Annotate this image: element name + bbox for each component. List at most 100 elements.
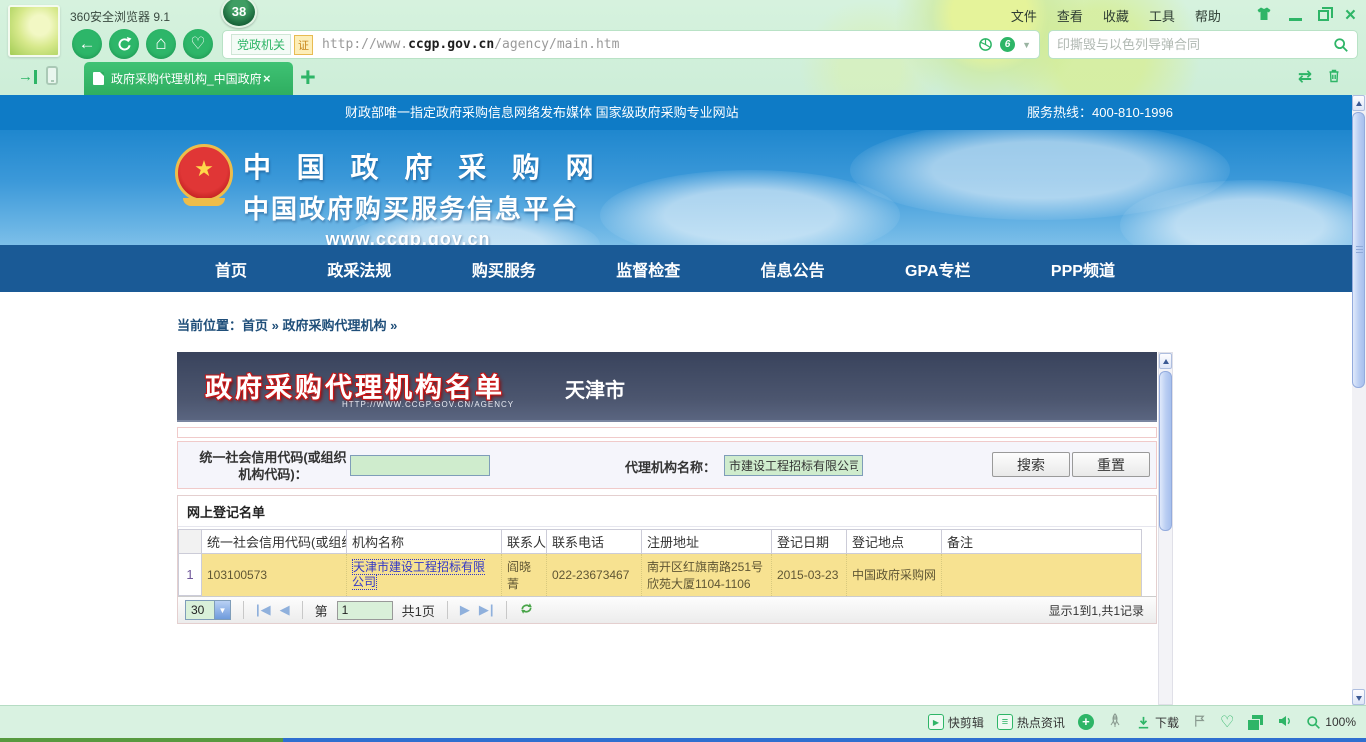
content-area: 政府采购代理机构名单 天津市 HTTP://WWW.CCGP.GOV.CN/AG… — [177, 352, 1157, 624]
col-contact: 联系人 — [502, 530, 547, 554]
record-summary: 显示1到1,共1记录 — [1049, 602, 1144, 619]
col-phone: 联系电话 — [547, 530, 642, 554]
news-icon: ≡ — [997, 714, 1013, 730]
rocket-icon[interactable] — [1107, 713, 1123, 732]
download-button[interactable]: 下载 — [1136, 714, 1179, 731]
home-button[interactable]: ⌂ — [146, 29, 176, 59]
address-bar[interactable]: 党政机关 证 http://www.ccgp.gov.cn/agency/mai… — [222, 30, 1040, 59]
menu-bar: 文件 查看 收藏 工具 帮助 × — [1011, 6, 1356, 25]
tab-active[interactable]: 政府采购代理机构_中国政府采 × — [84, 62, 293, 95]
nav-supervision[interactable]: 监督检查 — [616, 257, 680, 281]
certificate-badge[interactable]: 证 — [294, 35, 313, 55]
nav-announcements[interactable]: 信息公告 — [761, 257, 825, 281]
pages-icon[interactable] — [1247, 715, 1264, 730]
col-code: 统一社会信用代码(或组织 — [202, 530, 347, 554]
code-input[interactable] — [350, 455, 490, 476]
browser-logo[interactable] — [8, 5, 60, 57]
nav-ppp[interactable]: PPP频道 — [1051, 257, 1115, 281]
reset-button[interactable]: 重置 — [1072, 452, 1150, 477]
minimize-button[interactable] — [1289, 18, 1302, 21]
last-page-icon[interactable]: ▶ — [479, 602, 494, 618]
cell-code: 103100573 — [202, 554, 347, 596]
zoom-control[interactable]: 100% — [1306, 715, 1356, 730]
notification-badge[interactable]: 38 — [221, 0, 257, 28]
menu-view[interactable]: 查看 — [1057, 6, 1083, 25]
scroll-up-icon[interactable] — [1352, 95, 1365, 111]
main-nav: 首页 政采法规 购买服务 监督检查 信息公告 GPA专栏 PPP频道 — [0, 245, 1352, 292]
browser-search-box[interactable] — [1048, 30, 1358, 59]
restore-tabs-icon[interactable]: ⇄ — [1298, 67, 1312, 87]
trash-icon[interactable] — [1326, 68, 1342, 87]
menu-file[interactable]: 文件 — [1011, 6, 1037, 25]
page-scrollbar[interactable] — [1352, 95, 1366, 705]
tab-close-icon[interactable]: × — [263, 71, 271, 86]
service-hotline: 服务热线：400-810-1996 — [1027, 95, 1173, 130]
agency-link[interactable]: 天津市建设工程招标有限公司 — [352, 559, 485, 590]
divider-strip — [177, 427, 1157, 438]
reload-list-icon[interactable] — [519, 601, 534, 619]
national-emblem-logo — [175, 144, 233, 202]
menu-tools[interactable]: 工具 — [1149, 6, 1175, 25]
menu-favorites[interactable]: 收藏 — [1103, 6, 1129, 25]
row-number: 1 — [179, 554, 202, 596]
nav-purchase-services[interactable]: 购买服务 — [472, 257, 536, 281]
zoom-magnifier-icon — [1306, 715, 1321, 730]
agency-table: 统一社会信用代码(或组织 机构名称 联系人 联系电话 注册地址 登记日期 登记地… — [178, 529, 1142, 596]
iframe-scrollbar[interactable] — [1158, 352, 1173, 705]
skin-icon[interactable] — [1255, 6, 1273, 25]
col-note: 备注 — [942, 530, 1142, 554]
cell-place: 中国政府采购网 — [847, 554, 942, 596]
speaker-icon[interactable] — [1277, 713, 1293, 732]
agency-name-input[interactable] — [724, 455, 863, 476]
breadcrumb[interactable]: 当前位置：首页 » 政府采购代理机构 » — [177, 315, 1352, 334]
favorite-button[interactable]: ♡ — [183, 29, 213, 59]
iframe-scroll-up-icon[interactable] — [1159, 353, 1172, 369]
browser-search-input[interactable] — [1057, 37, 1333, 52]
first-page-icon[interactable]: ◀ — [256, 602, 271, 618]
back-button[interactable]: ← — [72, 29, 102, 59]
url-text[interactable]: http://www.ccgp.gov.cn/agency/main.htm — [322, 37, 619, 52]
chevron-down-icon[interactable]: ▼ — [1022, 40, 1031, 50]
site-url: www.ccgp.gov.cn — [243, 229, 573, 245]
home-icon: ⌂ — [155, 33, 166, 55]
favorites-heart-icon[interactable]: ♡ — [1220, 712, 1234, 732]
select-arrow-icon: ▼ — [214, 601, 230, 619]
shutter-icon[interactable] — [978, 37, 993, 52]
quick-clip-button[interactable]: ▶快剪辑 — [928, 714, 984, 731]
scroll-thumb[interactable] — [1352, 112, 1365, 388]
restore-button[interactable] — [1318, 10, 1329, 21]
hot-news-button[interactable]: ≡热点资讯 — [997, 714, 1065, 731]
site-type-badge[interactable]: 党政机关 — [231, 34, 291, 55]
col-num — [179, 530, 202, 554]
nav-home[interactable]: 首页 — [215, 257, 247, 281]
browser-chrome: 360安全浏览器 9.1 38 文件 查看 收藏 工具 帮助 × ← ⌂ ♡ 党… — [0, 0, 1366, 95]
mobile-sync-icon[interactable] — [46, 66, 58, 85]
sidebar-toggle-icon[interactable]: → — [18, 70, 37, 84]
page-number-input[interactable] — [337, 601, 393, 620]
agency-banner: 政府采购代理机构名单 天津市 HTTP://WWW.CCGP.GOV.CN/AG… — [177, 352, 1157, 422]
close-button[interactable]: × — [1345, 9, 1356, 23]
next-page-icon[interactable]: ▶ — [460, 602, 470, 618]
cell-note — [942, 554, 1142, 596]
cell-address: 南开区红旗南路251号欣苑大厦1104-1106 — [642, 554, 772, 596]
prev-page-icon[interactable]: ◀ — [280, 602, 290, 618]
search-button[interactable]: 搜索 — [992, 452, 1070, 477]
nav-gpa[interactable]: GPA专栏 — [905, 257, 971, 281]
menu-help[interactable]: 帮助 — [1195, 6, 1221, 25]
banner-region: 天津市 — [565, 374, 625, 403]
speed-mode-icon[interactable]: 6 — [1000, 37, 1015, 52]
pagination-bar: 30 ▼ ◀ ◀ 第 共1页 ▶ ▶ 显示1到1,共1记录 — [178, 596, 1156, 623]
accelerator-ball-icon[interactable]: + — [1078, 714, 1094, 730]
play-icon: ▶ — [928, 714, 944, 730]
new-tab-button[interactable]: + — [300, 63, 316, 91]
iframe-scroll-thumb[interactable] — [1159, 371, 1172, 531]
nav-laws[interactable]: 政采法规 — [327, 257, 391, 281]
flag-icon[interactable] — [1192, 713, 1207, 731]
site-header: 中 国 政 府 采 购 网 中国政府购买服务信息平台 www.ccgp.gov.… — [0, 130, 1352, 245]
refresh-button[interactable] — [109, 29, 139, 59]
browser-window: 360安全浏览器 9.1 38 文件 查看 收藏 工具 帮助 × ← ⌂ ♡ 党… — [0, 0, 1366, 742]
scroll-down-icon[interactable] — [1352, 689, 1365, 705]
search-icon[interactable] — [1333, 37, 1349, 53]
table-header-row: 统一社会信用代码(或组织 机构名称 联系人 联系电话 注册地址 登记日期 登记地… — [179, 530, 1142, 554]
page-size-select[interactable]: 30 ▼ — [185, 600, 231, 620]
